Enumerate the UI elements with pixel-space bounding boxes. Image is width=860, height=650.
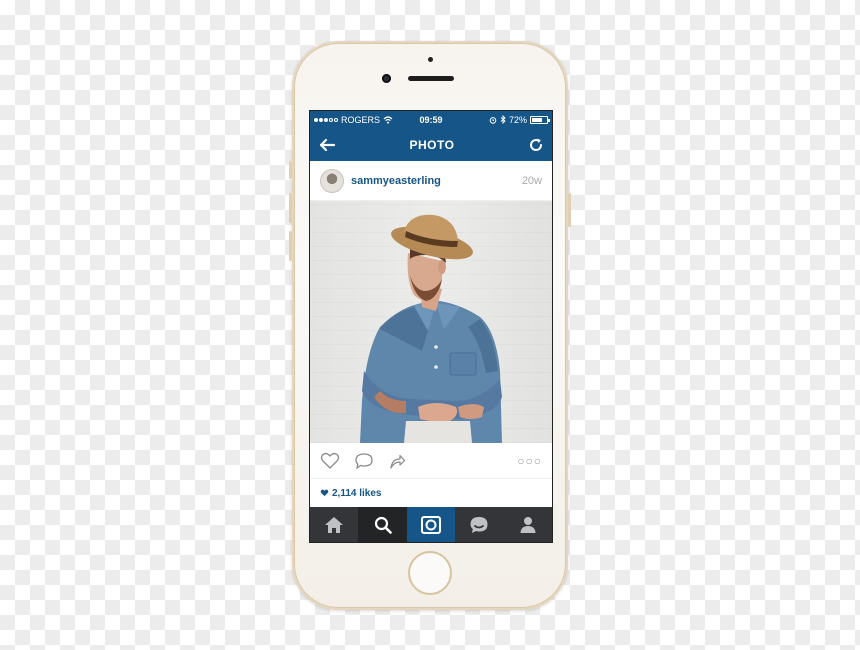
mute-switch (289, 161, 292, 179)
proximity-sensor (428, 57, 433, 62)
volume-up-button (289, 193, 292, 223)
search-icon (374, 516, 392, 534)
profile-icon (520, 516, 536, 533)
tab-bar (310, 507, 552, 542)
tab-search[interactable] (358, 507, 407, 542)
status-bar: ROGERS 09:59 72% (310, 111, 552, 128)
likes-count: 2,114 likes (332, 487, 382, 499)
tab-home[interactable] (310, 507, 358, 542)
home-button[interactable] (408, 551, 452, 595)
clock: 09:59 (419, 114, 443, 125)
more-options-icon[interactable]: ○○○ (517, 454, 542, 468)
heart-icon[interactable] (320, 452, 340, 470)
share-icon[interactable] (388, 453, 406, 469)
phone-screen: ROGERS 09:59 72% PHOTO sammyeasterling 2… (309, 110, 553, 543)
post-actions: ○○○ (310, 443, 552, 479)
phone-frame: ROGERS 09:59 72% PHOTO sammyeasterling 2… (289, 41, 571, 610)
refresh-icon[interactable] (528, 137, 544, 153)
camera-icon (421, 515, 442, 534)
avatar[interactable] (320, 168, 344, 193)
home-icon (325, 516, 344, 533)
tab-camera[interactable] (406, 507, 456, 542)
nav-bar: PHOTO (310, 128, 552, 161)
front-camera (382, 74, 391, 83)
post-photo[interactable] (310, 201, 552, 443)
post-username[interactable]: sammyeasterling (351, 175, 441, 187)
comment-icon[interactable] (354, 452, 374, 470)
activity-bubble-icon (470, 516, 488, 533)
person-photo (360, 214, 502, 443)
post-age: 20w (521, 174, 542, 187)
volume-down-button (289, 231, 292, 261)
earpiece-speaker (408, 76, 454, 81)
post-header: sammyeasterling 20w (310, 161, 552, 201)
arrow-left-icon[interactable] (318, 138, 336, 152)
page-title: PHOTO (409, 137, 455, 152)
likes-row[interactable]: 2,114 likes (310, 479, 552, 507)
tab-activity[interactable] (455, 507, 503, 542)
tab-profile[interactable] (504, 507, 552, 542)
battery-icon (530, 115, 550, 124)
power-button (568, 193, 571, 227)
small-heart-icon (320, 489, 329, 497)
